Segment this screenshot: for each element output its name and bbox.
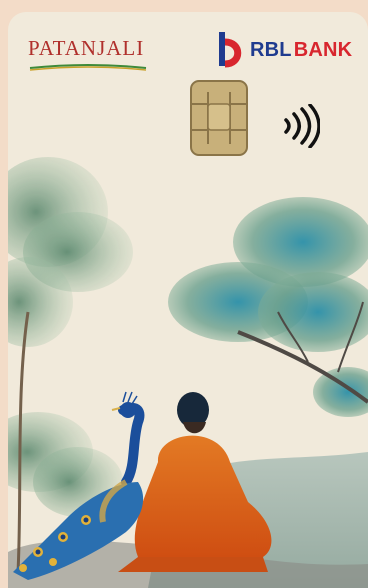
bank-brand: RBL BANK [216,30,352,70]
credit-card: PATANJALI RBL BANK [8,12,368,588]
rbl-bank-logo-icon [219,32,242,68]
card-artwork [8,157,368,588]
contactless-payment-icon [284,104,320,148]
right-tree [168,197,368,417]
bank-name-part1: RBL [250,38,292,61]
brand-swoosh-icon [29,64,147,71]
bank-name-part2: BANK [293,38,353,61]
emv-chip-icon [190,80,248,156]
issuer-brand-logo: PATANJALI [28,36,145,60]
bank-name: RBL BANK [250,39,352,62]
